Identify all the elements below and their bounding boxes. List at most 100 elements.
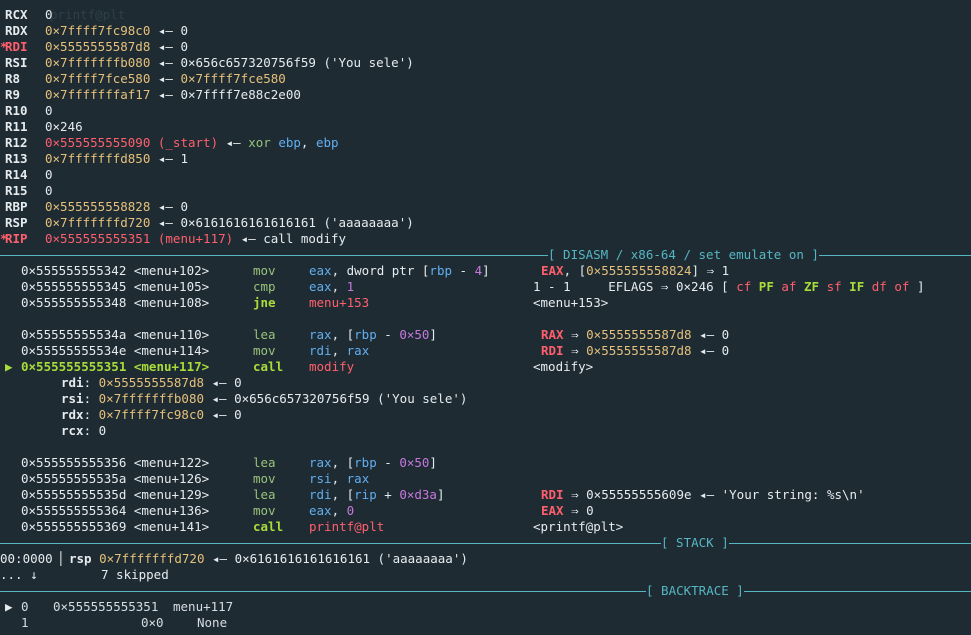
stack-index: 00:0000	[0, 551, 53, 566]
register-deref: ◂— 1	[150, 151, 188, 166]
register-value-text: 0×555555555090 (_start)	[45, 135, 219, 150]
register-value: 0×555555558828 ◂— 0	[45, 199, 188, 215]
address-text: 0×55555555535d	[21, 487, 127, 502]
comment-part: ⇒	[563, 327, 587, 342]
register-name: RDI	[5, 39, 28, 54]
register-name: RSP	[5, 215, 28, 230]
instruction-operands: rdi, rax	[309, 343, 369, 359]
comment-part: ⇒ 0×55555555609e ◂— 'Your string: %s\n'	[563, 487, 865, 502]
comment-part: 0×5555555587d8	[586, 327, 692, 342]
frame-address: 0×0	[141, 615, 164, 630]
register-deref: ◂— 0	[150, 199, 188, 214]
mnemonic-text: jne	[253, 295, 276, 310]
emulation-comment: RDI ⇒ 0×55555555609e ◂— 'Your string: %s…	[541, 487, 865, 503]
register-value-text: 0	[45, 183, 53, 198]
mnemonic-text: mov	[253, 471, 276, 486]
instruction-mnemonic: mov	[253, 343, 276, 359]
call-argument: rdx: 0×7ffff7fc98c0 ◂— 0	[61, 407, 242, 423]
symbol-offset: <menu+105>	[126, 279, 210, 294]
instruction-address: 0×55555555535a <menu+126>	[21, 471, 209, 487]
argument-value: 0×7fffffffb080	[98, 391, 204, 406]
instruction-mnemonic: lea	[253, 327, 276, 343]
operand: -	[452, 263, 475, 278]
comment-part: <modify>	[533, 359, 594, 374]
register-deref: ebp	[278, 135, 301, 150]
register-name: RBP	[5, 199, 28, 214]
register-value-text: 0×7fffffffd720	[45, 215, 151, 230]
register-value: 0	[45, 7, 53, 23]
stack-register: rsp	[69, 551, 92, 566]
instruction-operands: menu+153	[309, 295, 369, 311]
register-deref: ,	[300, 135, 316, 150]
gdb-terminal[interactable]: printf@plt RCX 0 RDX 0×7ffff7fc98c0 ◂— 0 * RDI…	[0, 0, 971, 635]
instruction-mnemonic: call	[253, 519, 283, 535]
comment-part: EAX	[541, 503, 564, 518]
comment-part: <menu+153>	[533, 295, 609, 310]
operand: ,	[331, 471, 347, 486]
register-value-text: 0	[45, 103, 53, 118]
register-value: 0×555555555090 (_start) ◂— xor ebp, ebp	[45, 135, 339, 151]
operand: -	[376, 455, 400, 470]
register-deref: ◂— 0×6161616161616161 ('aaaaaaaa')	[150, 215, 414, 230]
comment-part: ⇒ 0	[563, 503, 594, 518]
instruction-address: 0×55555555534a <menu+110>	[21, 327, 209, 343]
faded-scrollback-text: printf@plt	[50, 7, 126, 22]
emulation-comment: RAX ⇒ 0×5555555587d8 ◂— 0	[541, 327, 729, 343]
operand: modify	[309, 359, 355, 374]
argument-colon: :	[83, 375, 99, 390]
mnemonic-text: cmp	[253, 279, 276, 294]
instruction-operands: modify	[309, 359, 354, 375]
stack-header: [ STACK ]	[0, 535, 971, 551]
argument-value: 0×5555555587d8	[98, 375, 204, 390]
frame-function[interactable]: None	[197, 615, 227, 631]
frame-function[interactable]: menu+117	[173, 599, 233, 615]
register-value-text: 0×7ffff7fc98c0	[45, 23, 151, 38]
operand: , [	[331, 487, 355, 502]
operand: ]	[429, 455, 437, 470]
frame-selected-arrow: ▶	[5, 599, 13, 614]
mnemonic-text: lea	[253, 327, 276, 342]
instruction-operands: rsi, rax	[309, 471, 369, 487]
emulation-comment: 1 - 1 EFLAGS ⇒ 0×246 [ cf PF af ZF sf IF…	[533, 279, 924, 295]
operand: eax	[309, 263, 332, 278]
skip-arrow: ... ↓	[0, 567, 38, 582]
comment-part: ZF	[803, 279, 820, 294]
address-text: 0×55555555534e	[21, 343, 127, 358]
operand: , [	[331, 327, 355, 342]
operand: ]	[429, 327, 437, 342]
register-name: R10	[5, 103, 28, 118]
comment-part: ⇒	[563, 343, 587, 358]
instruction-operands: eax, 0	[309, 503, 354, 519]
section-title: [ STACK ]	[661, 535, 729, 551]
argument-name: rsi	[61, 391, 84, 406]
register-name: R8	[5, 71, 21, 86]
mnemonic-text: mov	[253, 503, 276, 518]
instruction-operands: rax, [rbp - 0×50]	[309, 327, 437, 343]
instruction-address: 0×55555555534e <menu+114>	[21, 343, 209, 359]
register-value: 0×7fffffffd850 ◂— 1	[45, 151, 188, 167]
register-name: RDX	[5, 23, 28, 38]
symbol-offset: <menu+136>	[126, 503, 210, 518]
frame-index: 0	[21, 599, 29, 614]
comment-part: 1 - 1 EFLAGS ⇒ 0×246 [	[533, 279, 737, 294]
stack-skip-indicator: ... ↓	[0, 567, 38, 583]
address-text: 0×55555555534a	[21, 327, 127, 342]
comment-part	[751, 279, 759, 294]
operand: rbp	[354, 455, 377, 470]
register-name: R9	[5, 87, 21, 102]
argument-value: 0×7ffff7fc98c0	[98, 407, 204, 422]
comment-part: PF	[758, 279, 774, 294]
register-name: RIP	[5, 231, 28, 246]
call-argument: rsi: 0×7fffffffb080 ◂— 0×656c657320756f5…	[61, 391, 467, 407]
mnemonic-text: call	[253, 519, 284, 534]
operand: +	[376, 487, 400, 502]
mnemonic-text: lea	[253, 455, 276, 470]
comment-part: cf	[736, 279, 752, 294]
comment-part: 0×555555558824	[586, 263, 692, 278]
register-value: 0×7fffffffd720 ◂— 0×6161616161616161 ('a…	[45, 215, 414, 231]
stack-skipped-count: 7 skipped	[101, 567, 169, 583]
register-value-text: 0×5555555587d8	[45, 39, 151, 54]
operand: rax	[309, 455, 332, 470]
comment-part: EAX	[541, 263, 564, 278]
register-value-text: 0×7fffffffd850	[45, 151, 151, 166]
